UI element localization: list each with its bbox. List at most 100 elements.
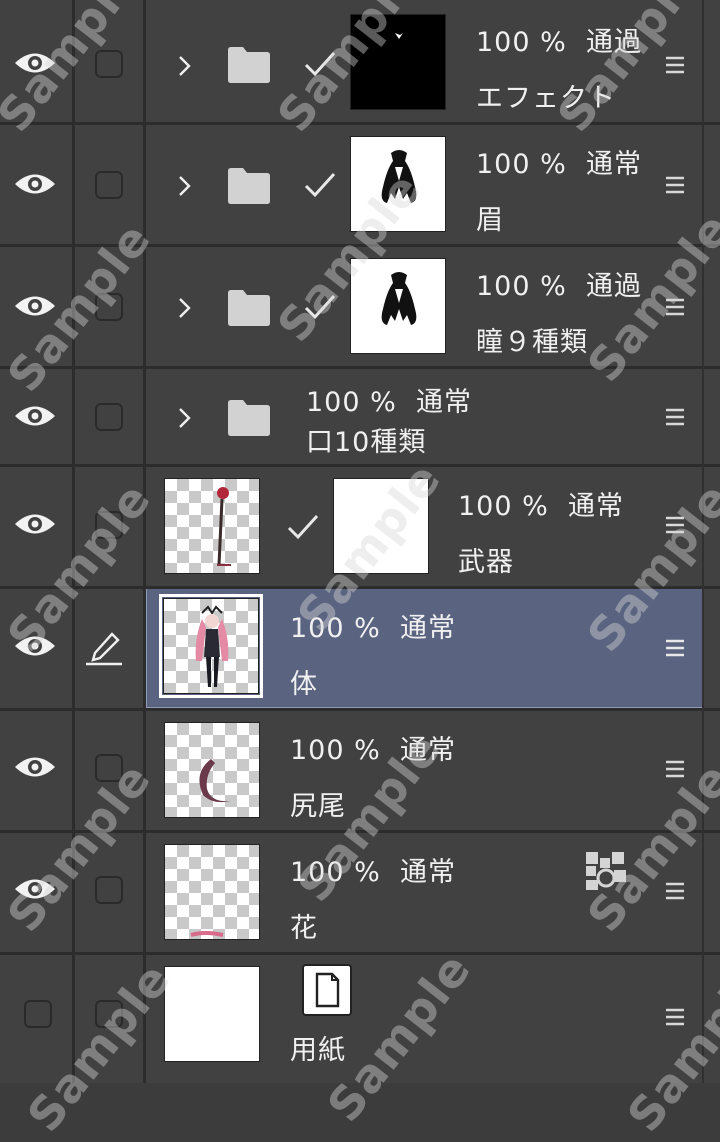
grid-pattern-icon (586, 852, 626, 890)
eye-icon[interactable] (12, 401, 58, 431)
menu-icon[interactable] (664, 514, 686, 536)
eye-icon[interactable] (12, 509, 58, 539)
menu-icon[interactable] (664, 880, 686, 902)
row-divider (0, 708, 720, 711)
menu-icon[interactable] (664, 637, 686, 659)
row-divider (0, 830, 720, 833)
layer-select-checkbox[interactable] (95, 293, 123, 321)
layer-blend-mode: 通常 (415, 387, 472, 418)
layer-thumbnail (164, 844, 260, 940)
eye-icon[interactable] (12, 631, 58, 661)
eye-icon[interactable] (12, 291, 58, 321)
layer-row-tail[interactable]: 100 % 通常 尻尾 (0, 710, 720, 830)
eye-icon[interactable] (12, 48, 58, 78)
row-divider (0, 586, 720, 589)
folder-icon (228, 168, 270, 204)
check-icon (287, 514, 319, 540)
layer-mask-thumbnail (350, 136, 446, 232)
layer-mask-thumbnail (350, 14, 446, 110)
layer-blend-mode: 通常 (399, 735, 456, 766)
chevron-right-icon[interactable] (172, 54, 196, 78)
layer-select-checkbox[interactable] (95, 511, 123, 539)
layer-opacity-blend: 100 % 通常 (290, 606, 456, 645)
layer-row-body[interactable]: 100 % 通常 体 (0, 588, 720, 708)
layer-name[interactable]: 花 (290, 906, 318, 945)
menu-icon[interactable] (664, 54, 686, 76)
layer-opacity-blend: 100 % 通常 (476, 142, 642, 181)
layer-name[interactable]: エフェクト (476, 76, 616, 115)
layer-name[interactable]: 用紙 (290, 1028, 346, 1067)
layer-thumbnail (164, 478, 260, 574)
eye-icon[interactable] (12, 752, 58, 782)
layer-opacity: 100 % (290, 613, 381, 644)
layer-blend-mode: 通常 (567, 491, 624, 522)
layer-opacity-blend: 100 % 通過 (476, 20, 642, 59)
layer-blend-mode: 通常 (585, 149, 642, 180)
chevron-right-icon[interactable] (172, 174, 196, 198)
paper-icon (302, 964, 352, 1016)
layer-blend-mode: 通過 (585, 271, 642, 302)
layer-opacity-blend: 100 % 通常 (306, 380, 472, 419)
layer-blend-mode: 通過 (585, 27, 642, 58)
row-divider (0, 366, 720, 369)
row-divider (0, 244, 720, 247)
pencil-icon (86, 632, 122, 666)
row-divider (0, 122, 720, 125)
layer-row-eyes[interactable]: 100 % 通過 瞳９種類 (0, 246, 720, 366)
layer-blend-mode: 通常 (399, 613, 456, 644)
layer-row-eyebrow[interactable]: 100 % 通常 眉 (0, 124, 720, 244)
layer-opacity-blend: 100 % 通常 (290, 728, 456, 767)
check-icon (304, 294, 336, 320)
chevron-right-icon[interactable] (172, 406, 196, 430)
layer-thumbnail (164, 722, 260, 818)
layer-select-checkbox[interactable] (95, 50, 123, 78)
layer-mask-thumbnail (350, 258, 446, 354)
visibility-checkbox[interactable] (24, 1000, 52, 1028)
layer-thumbnail (159, 594, 263, 698)
layer-opacity: 100 % (476, 27, 567, 58)
eye-icon[interactable] (12, 874, 58, 904)
layer-panel: 100 % 通過 エフェクト 100 % 通常 眉 100 % 通過 瞳９種類 (0, 0, 720, 1142)
layer-blend-mode: 通常 (399, 857, 456, 888)
layer-thumbnail (164, 966, 260, 1062)
layer-opacity: 100 % (476, 271, 567, 302)
menu-icon[interactable] (664, 406, 686, 428)
folder-icon (228, 290, 270, 326)
layer-name[interactable]: 体 (290, 662, 318, 701)
check-icon (304, 172, 336, 198)
layer-name[interactable]: 武器 (458, 540, 514, 579)
column-divider (143, 0, 146, 1083)
layer-row-effect[interactable]: 100 % 通過 エフェクト (0, 0, 720, 122)
layer-row-flower[interactable]: 100 % 通常 花 (0, 832, 720, 952)
chevron-right-icon[interactable] (172, 296, 196, 320)
column-divider (702, 0, 704, 1083)
layer-select-checkbox[interactable] (95, 754, 123, 782)
layer-select-checkbox[interactable] (95, 403, 123, 431)
layer-select-checkbox[interactable] (95, 876, 123, 904)
layer-opacity: 100 % (458, 491, 549, 522)
layer-select-checkbox[interactable] (95, 171, 123, 199)
folder-icon (228, 47, 270, 83)
layer-opacity: 100 % (290, 857, 381, 888)
menu-icon[interactable] (664, 296, 686, 318)
layer-row-mouth[interactable]: 100 % 通常 口10種類 (0, 368, 720, 464)
menu-icon[interactable] (664, 758, 686, 780)
layer-opacity-blend: 100 % 通常 (458, 484, 624, 523)
menu-icon[interactable] (664, 174, 686, 196)
layer-mask-thumbnail (333, 478, 429, 574)
layer-name[interactable]: 口10種類 (306, 420, 426, 459)
layer-select-checkbox[interactable] (95, 1000, 123, 1028)
layer-opacity-blend: 100 % 通過 (476, 264, 642, 303)
layer-opacity: 100 % (290, 735, 381, 766)
layer-opacity: 100 % (306, 387, 397, 418)
menu-icon[interactable] (664, 1006, 686, 1028)
layer-row-paper[interactable]: 用紙 (0, 954, 720, 1083)
eye-icon[interactable] (12, 169, 58, 199)
folder-icon (228, 400, 270, 436)
layer-name[interactable]: 眉 (476, 198, 504, 237)
layer-name[interactable]: 尻尾 (290, 784, 346, 823)
check-icon (304, 51, 336, 77)
layer-name[interactable]: 瞳９種類 (476, 320, 588, 359)
column-divider (72, 0, 75, 1083)
layer-row-weapon[interactable]: 100 % 通常 武器 (0, 466, 720, 586)
